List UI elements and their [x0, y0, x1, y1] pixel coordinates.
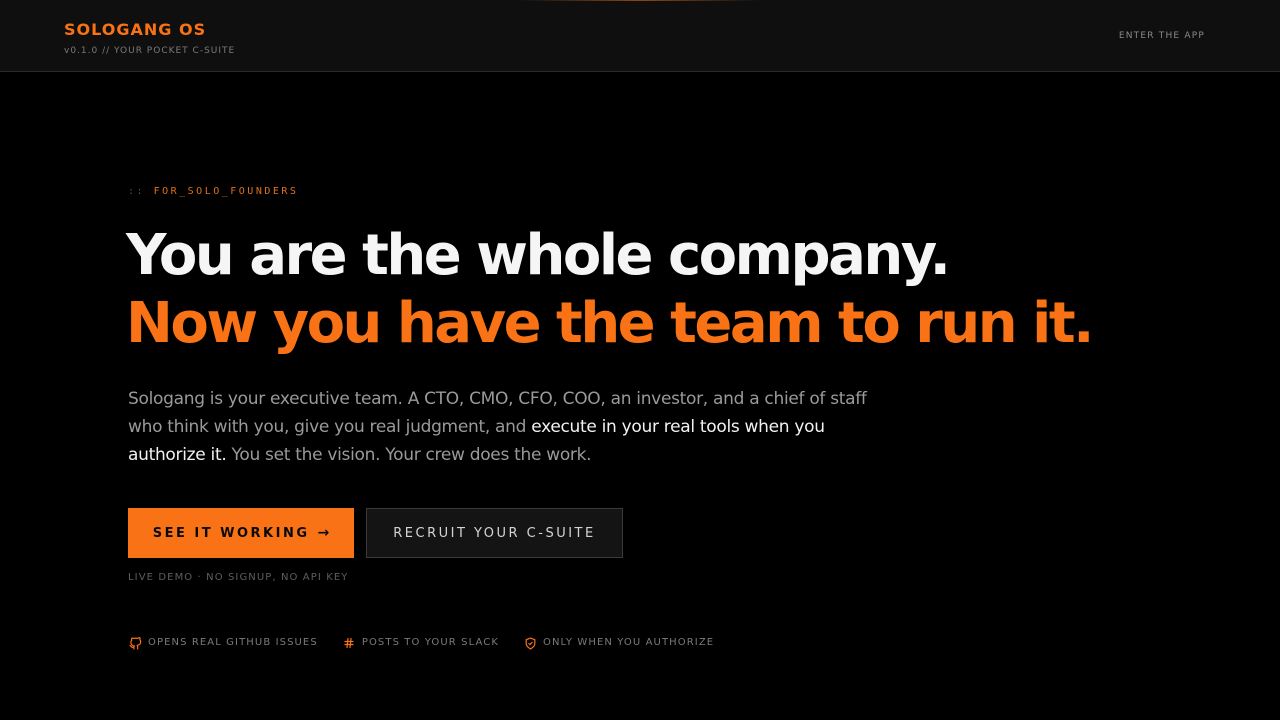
landing-page: SOLOGANG OS v0.1.0 // YOUR POCKET C-SUIT…: [0, 0, 1280, 720]
arrow-right-icon: →: [317, 525, 330, 541]
hero-headline: You are the whole company. Now you have …: [126, 222, 1094, 358]
version-tagline: v0.1.0 // YOUR POCKET C-SUITE: [64, 46, 236, 56]
eyebrow-prefix: ::: [128, 186, 146, 197]
github-icon: [128, 636, 142, 650]
shield-check-icon: [523, 636, 537, 650]
headline-line-2: Now you have the team to run it.: [126, 291, 1094, 356]
headline-line-1: You are the whole company.: [126, 223, 951, 288]
hash-icon: [342, 636, 356, 650]
feature-slack-label: POSTS TO YOUR SLACK: [361, 637, 499, 648]
feature-authorize: ONLY WHEN YOU AUTHORIZE: [523, 636, 714, 650]
feature-list: OPENS REAL GITHUB ISSUES POSTS TO YOUR S…: [128, 635, 738, 651]
recruit-c-suite-label: RECRUIT YOUR C-SUITE: [393, 525, 596, 541]
recruit-c-suite-button[interactable]: RECRUIT YOUR C-SUITE: [366, 508, 623, 558]
demo-note: LIVE DEMO · NO SIGNUP, NO API KEY: [128, 572, 349, 583]
top-header: SOLOGANG OS v0.1.0 // YOUR POCKET C-SUIT…: [0, 0, 1280, 72]
feature-slack: POSTS TO YOUR SLACK: [342, 636, 499, 650]
hero-eyebrow: :: FOR_SOLO_FOUNDERS: [128, 185, 298, 199]
hero-description: Sologang is your executive team. A CTO, …: [128, 385, 888, 469]
feature-github-label: OPENS REAL GITHUB ISSUES: [148, 637, 318, 648]
feature-github: OPENS REAL GITHUB ISSUES: [128, 636, 318, 650]
see-it-working-label: SEE IT WORKING: [152, 525, 310, 541]
feature-authorize-label: ONLY WHEN YOU AUTHORIZE: [543, 637, 715, 648]
see-it-working-button[interactable]: SEE IT WORKING →: [128, 508, 354, 558]
brand-logo[interactable]: SOLOGANG OS: [64, 20, 206, 40]
header-glow-line: [520, 0, 760, 1]
enter-app-link[interactable]: ENTER THE APP: [1119, 30, 1205, 42]
description-part-2: You set the vision. Your crew does the w…: [231, 445, 592, 465]
eyebrow-tag: FOR_SOLO_FOUNDERS: [153, 186, 299, 197]
